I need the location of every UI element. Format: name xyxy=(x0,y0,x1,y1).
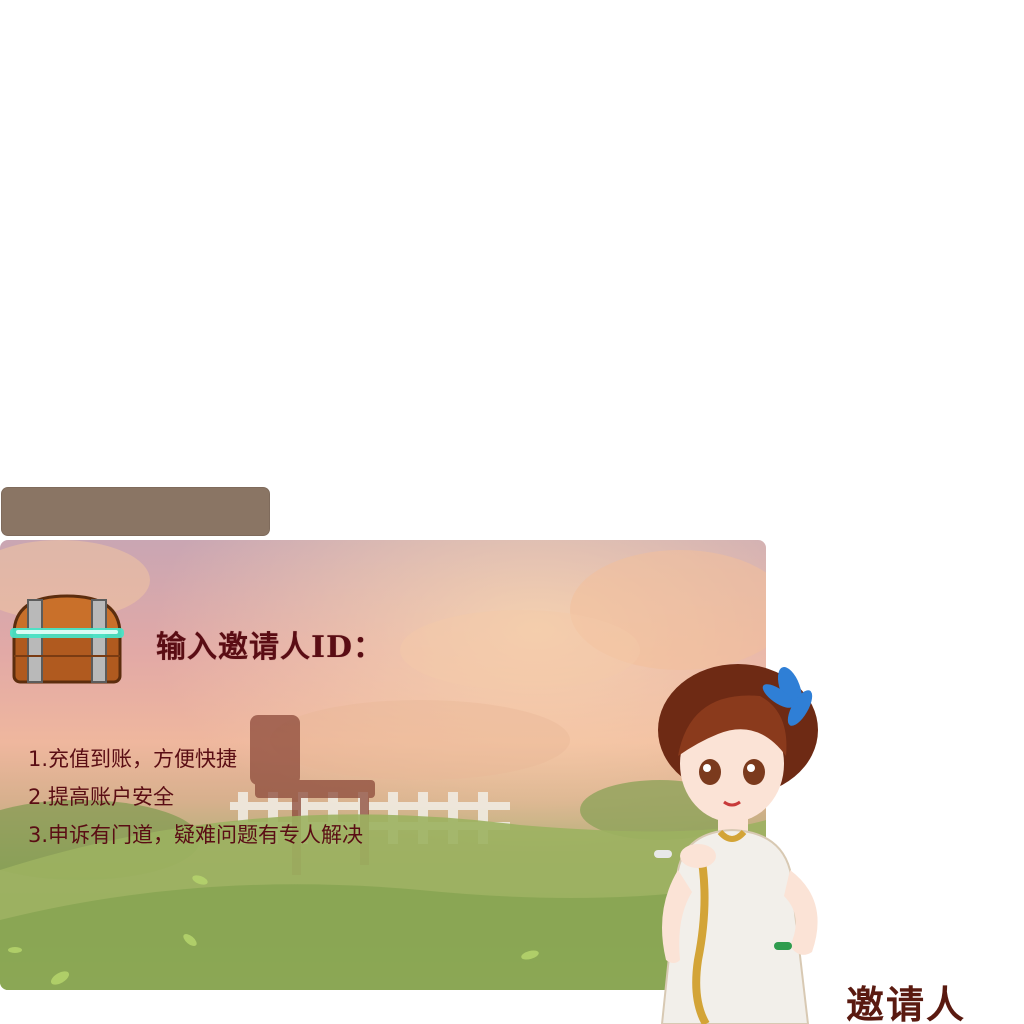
hostess-character-illustration xyxy=(654,664,818,1024)
benefit-item: 3.申诉有门道，疑难问题有专人解决 xyxy=(28,823,364,847)
inviter-tab-label[interactable]: 邀请人 xyxy=(846,974,966,1024)
invite-title: 输入邀请人ID： xyxy=(156,630,385,665)
invite-screen: 输入邀请人ID： 1.充值到账，方便快捷 2.提高账户安全 3.申诉有门道，疑难… xyxy=(0,0,1024,1024)
inviter-id-input[interactable] xyxy=(1,487,270,536)
benefits-list: 1.充值到账，方便快捷 2.提高账户安全 3.申诉有门道，疑难问题有专人解决 xyxy=(28,740,363,854)
benefit-item: 1.充值到账，方便快捷 xyxy=(28,747,238,771)
benefit-item: 2.提高账户安全 xyxy=(28,785,175,809)
treasure-chest-icon xyxy=(10,594,124,684)
